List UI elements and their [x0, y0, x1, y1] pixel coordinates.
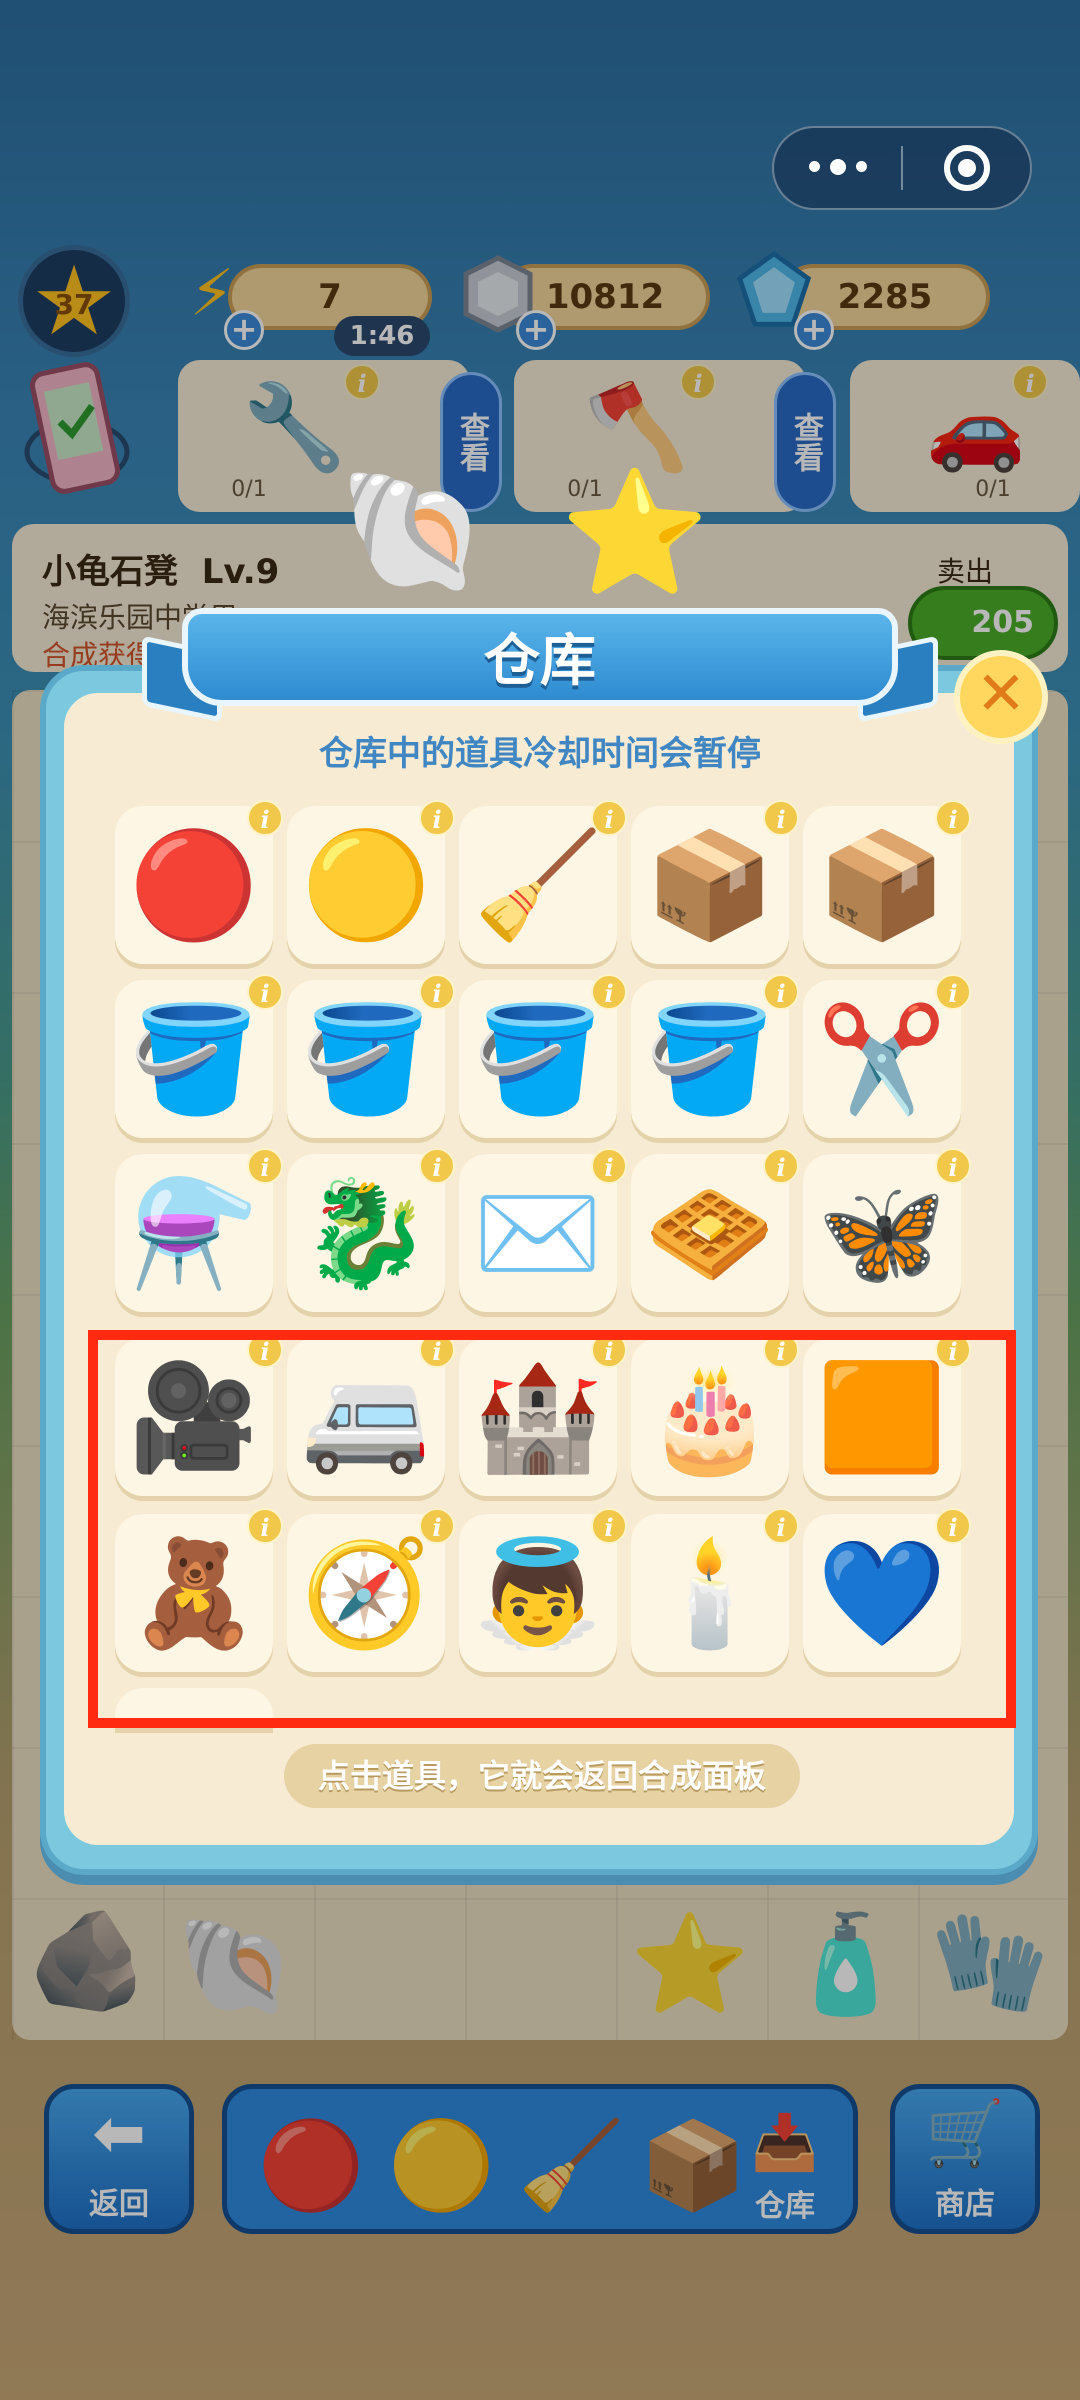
envelope-icon: ✉️ — [473, 1171, 603, 1294]
warehouse-banner: 仓库 — [142, 590, 938, 726]
rainbow-butterfly-icon: 🦋 — [817, 1171, 947, 1294]
info-icon[interactable]: i — [763, 974, 799, 1010]
gold-energy-orb-icon: 🟡 — [301, 823, 431, 946]
warehouse-slot-dragon-boat[interactable]: 🐉 i — [287, 1148, 455, 1312]
close-miniprogram-button[interactable] — [903, 145, 1030, 191]
warehouse-slot-paint-bucket[interactable]: 🪣 i — [115, 974, 283, 1138]
info-icon[interactable]: i — [247, 974, 283, 1010]
info-icon[interactable]: i — [935, 1148, 971, 1184]
distillery-icon: ⚗️ — [129, 1171, 259, 1294]
dragon-boat-icon: 🐉 — [301, 1171, 431, 1294]
info-icon[interactable]: i — [763, 1148, 799, 1184]
paint-bucket-icon: 🪣 — [645, 997, 775, 1120]
warehouse-slot-envelope[interactable]: ✉️ i — [459, 1148, 627, 1312]
info-icon[interactable]: i — [935, 800, 971, 836]
more-menu-button[interactable] — [774, 159, 901, 175]
warehouse-slot-cement-bags[interactable]: 📦 i — [631, 800, 799, 964]
warehouse-slot-gold-energy-orb[interactable]: 🟡 i — [287, 800, 455, 964]
paint-bucket-icon: 🪣 — [129, 997, 259, 1120]
warehouse-slot-woven-mat[interactable]: 🧇 i — [631, 1148, 799, 1312]
info-icon[interactable]: i — [247, 800, 283, 836]
info-icon[interactable]: i — [419, 1148, 455, 1184]
warehouse-slot-paint-bucket[interactable]: 🪣 i — [631, 974, 799, 1138]
highlight-box — [88, 1330, 1016, 1728]
scissors-orb-icon: ✂️ — [817, 997, 947, 1120]
warehouse-subtitle: 仓库中的道具冷却时间会暂停 — [319, 734, 761, 774]
info-icon[interactable]: i — [591, 974, 627, 1010]
starfish-decoration-icon: ⭐ — [560, 464, 710, 603]
info-icon[interactable]: i — [247, 1148, 283, 1184]
warehouse-slot-paint-bucket[interactable]: 🪣 i — [287, 974, 455, 1138]
warehouse-slot-paint-bucket[interactable]: 🪣 i — [459, 974, 627, 1138]
warehouse-slot-cement-bags[interactable]: 📦 i — [803, 800, 971, 964]
info-icon[interactable]: i — [935, 974, 971, 1010]
warehouse-slot-distillery[interactable]: ⚗️ i — [115, 1148, 283, 1312]
cement-bags-icon: 📦 — [817, 823, 947, 946]
woven-mat-icon: 🧇 — [645, 1171, 775, 1294]
wechat-capsule — [772, 126, 1032, 210]
warehouse-slot-scissors-orb[interactable]: ✂️ i — [803, 974, 971, 1138]
paint-bucket-icon: 🪣 — [301, 997, 431, 1120]
shell-decoration-icon: 🐚 — [338, 462, 488, 601]
cement-bags-icon: 📦 — [645, 823, 775, 946]
warehouse-slot-red-energy-orb[interactable]: 🔴 i — [115, 800, 283, 964]
info-icon[interactable]: i — [419, 974, 455, 1010]
vacuum-cleaner-icon: 🧹 — [473, 823, 603, 946]
close-button[interactable]: ✕ — [954, 650, 1048, 744]
info-icon[interactable]: i — [763, 800, 799, 836]
red-energy-orb-icon: 🔴 — [129, 823, 259, 946]
warehouse-slot-vacuum-cleaner[interactable]: 🧹 i — [459, 800, 627, 964]
info-icon[interactable]: i — [591, 1148, 627, 1184]
paint-bucket-icon: 🪣 — [473, 997, 603, 1120]
warehouse-title: 仓库 — [484, 629, 596, 694]
info-icon[interactable]: i — [419, 800, 455, 836]
info-icon[interactable]: i — [591, 800, 627, 836]
return-hint: 点击道具，它就会返回合成面板 — [284, 1744, 800, 1808]
warehouse-slot-rainbow-butterfly[interactable]: 🦋 i — [803, 1148, 971, 1312]
